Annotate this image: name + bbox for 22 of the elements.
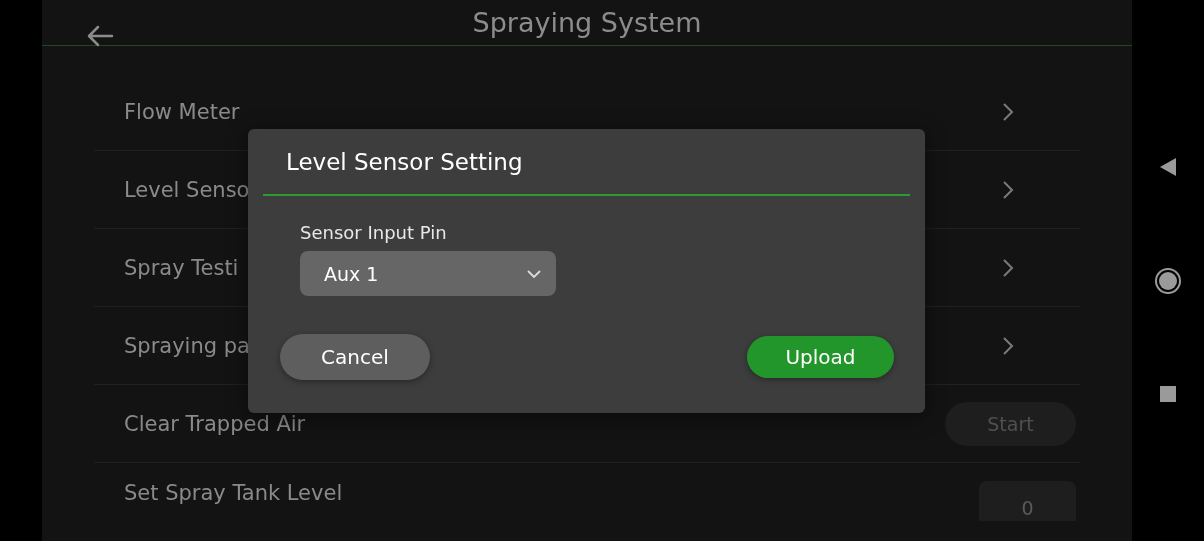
setting-label: Level Senso — [124, 177, 250, 202]
setting-label: Flow Meter — [124, 99, 240, 124]
setting-label: Clear Trapped Air — [124, 411, 306, 436]
upload-button[interactable]: Upload — [747, 336, 894, 378]
chevron-right-icon — [1002, 257, 1014, 278]
setting-label: Spray Testi — [124, 255, 239, 280]
setting-label: Spraying pa — [124, 333, 250, 358]
back-triangle-icon[interactable] — [1159, 156, 1177, 177]
dialog-title: Level Sensor Setting — [263, 129, 910, 196]
chevron-down-icon — [526, 268, 542, 279]
chevron-right-icon — [1002, 335, 1014, 356]
chevron-right-icon — [1002, 101, 1014, 122]
cancel-button[interactable]: Cancel — [280, 334, 430, 380]
back-arrow-icon — [86, 24, 114, 48]
square-icon[interactable] — [1159, 384, 1177, 403]
pin-select[interactable]: Aux 1 — [300, 251, 556, 296]
page-title: Spraying System — [472, 7, 702, 38]
home-circle-icon[interactable] — [1154, 266, 1182, 295]
chevron-right-icon — [1002, 179, 1014, 200]
value-field[interactable]: 0 — [979, 481, 1076, 521]
field-label: Sensor Input Pin — [300, 222, 447, 243]
setting-label: Set Spray Tank Level — [124, 481, 343, 505]
